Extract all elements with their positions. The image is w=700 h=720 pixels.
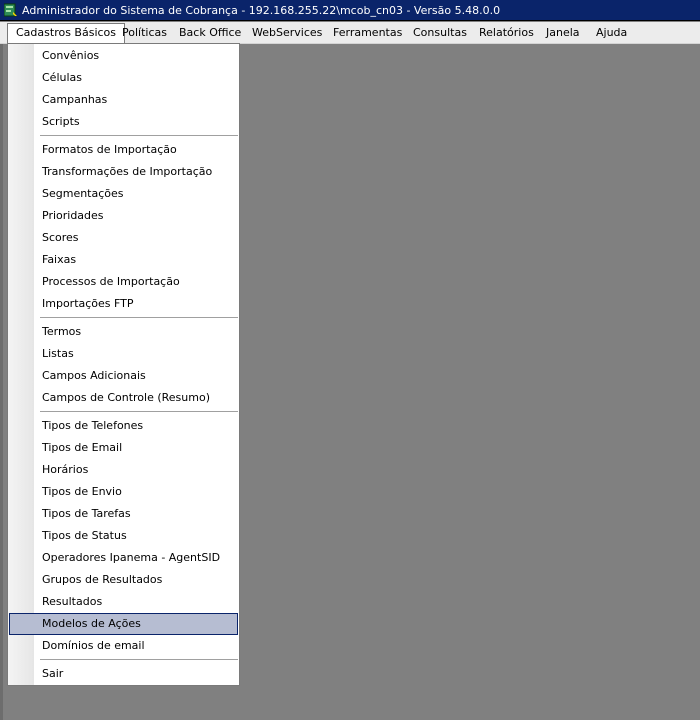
- cadastros-basicos-dropdown: Convênios Células Campanhas Scripts Form…: [7, 43, 240, 686]
- menu-item-tipos-email[interactable]: Tipos de Email: [9, 437, 238, 459]
- menu-item-segmentacoes[interactable]: Segmentações: [9, 183, 238, 205]
- menu-item-horarios[interactable]: Horários: [9, 459, 238, 481]
- menu-item-scores[interactable]: Scores: [9, 227, 238, 249]
- menu-item-prioridades[interactable]: Prioridades: [9, 205, 238, 227]
- menu-item-tipos-telefones[interactable]: Tipos de Telefones: [9, 415, 238, 437]
- menu-separator: [40, 317, 238, 319]
- menu-item-tipos-envio[interactable]: Tipos de Envio: [9, 481, 238, 503]
- menu-relatorios[interactable]: Relatórios: [471, 23, 542, 43]
- menu-item-processos-importacao[interactable]: Processos de Importação: [9, 271, 238, 293]
- menu-item-celulas[interactable]: Células: [9, 67, 238, 89]
- menu-item-importacoes-ftp[interactable]: Importações FTP: [9, 293, 238, 315]
- menu-item-dominios-email[interactable]: Domínios de email: [9, 635, 238, 657]
- menu-item-operadores-ipanema[interactable]: Operadores Ipanema - AgentSID: [9, 547, 238, 569]
- window-title: Administrador do Sistema de Cobrança - 1…: [22, 3, 501, 17]
- menu-cadastros-basicos[interactable]: Cadastros Básicos: [7, 23, 126, 43]
- menu-separator: [40, 659, 238, 661]
- menu-item-sair[interactable]: Sair: [9, 663, 238, 685]
- menu-item-resultados[interactable]: Resultados: [9, 591, 238, 613]
- menu-item-convenios[interactable]: Convênios: [9, 45, 238, 67]
- menu-politicas[interactable]: Políticas: [114, 23, 175, 43]
- menu-item-termos[interactable]: Termos: [9, 321, 238, 343]
- menu-item-transformacoes-importacao[interactable]: Transformações de Importação: [9, 161, 238, 183]
- menu-item-faixas[interactable]: Faixas: [9, 249, 238, 271]
- menu-bar: Cadastros Básicos Políticas Back Office …: [0, 22, 700, 44]
- menu-item-tipos-tarefas[interactable]: Tipos de Tarefas: [9, 503, 238, 525]
- menu-item-campanhas[interactable]: Campanhas: [9, 89, 238, 111]
- menu-item-formatos-importacao[interactable]: Formatos de Importação: [9, 139, 238, 161]
- menu-item-grupos-resultados[interactable]: Grupos de Resultados: [9, 569, 238, 591]
- menu-separator: [40, 135, 238, 137]
- menu-back-office[interactable]: Back Office: [171, 23, 249, 43]
- menu-item-scripts[interactable]: Scripts: [9, 111, 238, 133]
- menu-item-listas[interactable]: Listas: [9, 343, 238, 365]
- menu-item-tipos-status[interactable]: Tipos de Status: [9, 525, 238, 547]
- menu-consultas[interactable]: Consultas: [405, 23, 475, 43]
- menu-item-campos-adicionais[interactable]: Campos Adicionais: [9, 365, 238, 387]
- app-icon: [3, 3, 18, 17]
- menu-separator: [40, 411, 238, 413]
- menu-webservices[interactable]: WebServices: [244, 23, 330, 43]
- menu-janela[interactable]: Janela: [538, 23, 588, 43]
- menu-ajuda[interactable]: Ajuda: [588, 23, 635, 43]
- menu-item-modelos-acoes[interactable]: Modelos de Ações: [9, 613, 238, 635]
- menu-ferramentas[interactable]: Ferramentas: [325, 23, 410, 43]
- menu-item-campos-controle[interactable]: Campos de Controle (Resumo): [9, 387, 238, 409]
- window-titlebar: Administrador do Sistema de Cobrança - 1…: [0, 0, 700, 21]
